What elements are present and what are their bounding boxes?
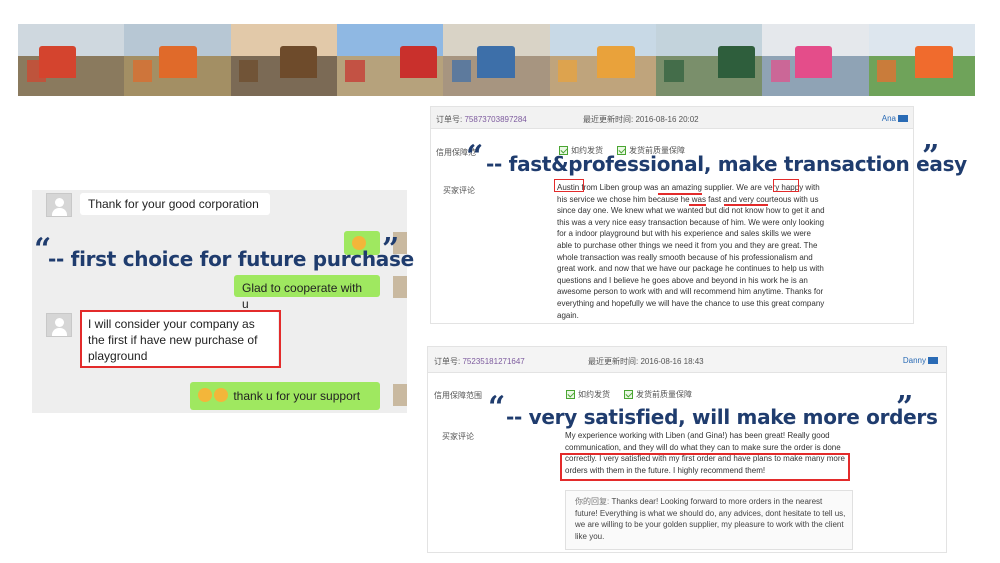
guarantee-item-label: 如约发货 [578, 390, 610, 399]
order-no[interactable]: 75235181271647 [462, 357, 524, 366]
highlight-box [560, 453, 850, 481]
highlight-underline [689, 204, 706, 206]
order-number: 订单号: 75235181271647 [434, 356, 525, 367]
chat-message-outgoing: Glad to cooperate with u [234, 275, 380, 311]
check-icon [566, 390, 575, 399]
playground-photo [230, 24, 337, 96]
reply-text: Thanks dear! Looking forward to more ord… [575, 497, 846, 541]
updated-label: 最近更新时间: [588, 357, 639, 366]
chat-screenshot: Thank for your good corporation Glad to … [32, 190, 407, 413]
updated-time: 最近更新时间: 2016-08-16 20:02 [583, 114, 699, 125]
seller-avatar [393, 276, 407, 298]
order-label: 订单号: [434, 357, 461, 366]
chat-message-incoming: Thank for your good corporation [80, 193, 270, 215]
seller-reply-box: 你的回复: Thanks dear! Looking forward to mo… [565, 490, 853, 550]
comment-label: 买家评论 [443, 186, 475, 195]
order-no[interactable]: 75873703897284 [464, 115, 526, 124]
order-number: 订单号: 75873703897284 [436, 114, 527, 125]
playground-photo [18, 24, 125, 96]
highlight-box [80, 310, 281, 368]
open-quote-mark: “ [466, 139, 484, 174]
buyer-name-text: Danny [902, 356, 926, 365]
quote-first-choice: -- first choice for future purchase [48, 247, 414, 271]
playground-photo [762, 24, 869, 96]
thumbs-up-icon [198, 388, 212, 402]
review-panel-1: 订单号: 75873703897284 最近更新时间: 2016-08-16 2… [430, 106, 914, 324]
seller-avatar [393, 384, 407, 406]
guarantee-label: 信用保障范围 [434, 391, 482, 400]
review-comment: Austin from Liben group was an amazing s… [557, 183, 825, 320]
quote-very-satisfied: -- very satisfied, will make more orders [506, 405, 938, 429]
review-panel-2: 订单号: 75235181271647 最近更新时间: 2016-08-16 1… [427, 346, 947, 553]
updated-value: 2016-08-16 18:43 [640, 357, 704, 366]
quote-fast-professional: -- fast&professional, make transaction e… [486, 152, 967, 176]
highlight-box [773, 179, 799, 192]
highlight-box [554, 179, 584, 192]
updated-label: 最近更新时间: [583, 115, 634, 124]
updated-time: 最近更新时间: 2016-08-16 18:43 [588, 356, 704, 367]
thumbs-up-icon [214, 388, 228, 402]
playground-photo [655, 24, 763, 96]
guarantee-item: 如约发货 [566, 389, 610, 400]
check-icon [624, 390, 633, 399]
highlight-underline [724, 204, 768, 206]
playground-photo [549, 24, 656, 96]
playground-photo [443, 24, 550, 96]
guarantee-item-label: 发货前质量保障 [636, 390, 692, 399]
buyer-avatar [46, 193, 72, 217]
seller-reply: 你的回复: Thanks dear! Looking forward to mo… [575, 496, 847, 542]
close-quote-mark: ” [896, 390, 914, 425]
buyer-name-text: Ana [881, 114, 896, 123]
playground-photo [336, 24, 444, 96]
highlight-underline [658, 193, 702, 195]
reply-label: 你的回复: [575, 497, 610, 506]
chat-message-outgoing: thank u for your support [190, 382, 380, 410]
open-quote-mark: “ [488, 390, 506, 425]
close-quote-mark: ” [922, 139, 940, 174]
close-quote-mark: ” [382, 232, 400, 267]
buyer-name[interactable]: Danny [903, 356, 938, 365]
order-label: 订单号: [436, 115, 463, 124]
updated-value: 2016-08-16 20:02 [635, 115, 699, 124]
guarantee-item: 发货前质量保障 [624, 389, 692, 400]
chat-message-text: thank u for your support [233, 389, 361, 403]
comment-label: 买家评论 [442, 432, 474, 441]
mail-icon [898, 115, 908, 122]
playground-photo [124, 24, 231, 96]
buyer-name[interactable]: Ana [882, 114, 908, 123]
playground-photo [868, 24, 975, 96]
buyer-avatar [46, 313, 72, 337]
mail-icon [928, 357, 938, 364]
photo-strip [18, 24, 975, 96]
